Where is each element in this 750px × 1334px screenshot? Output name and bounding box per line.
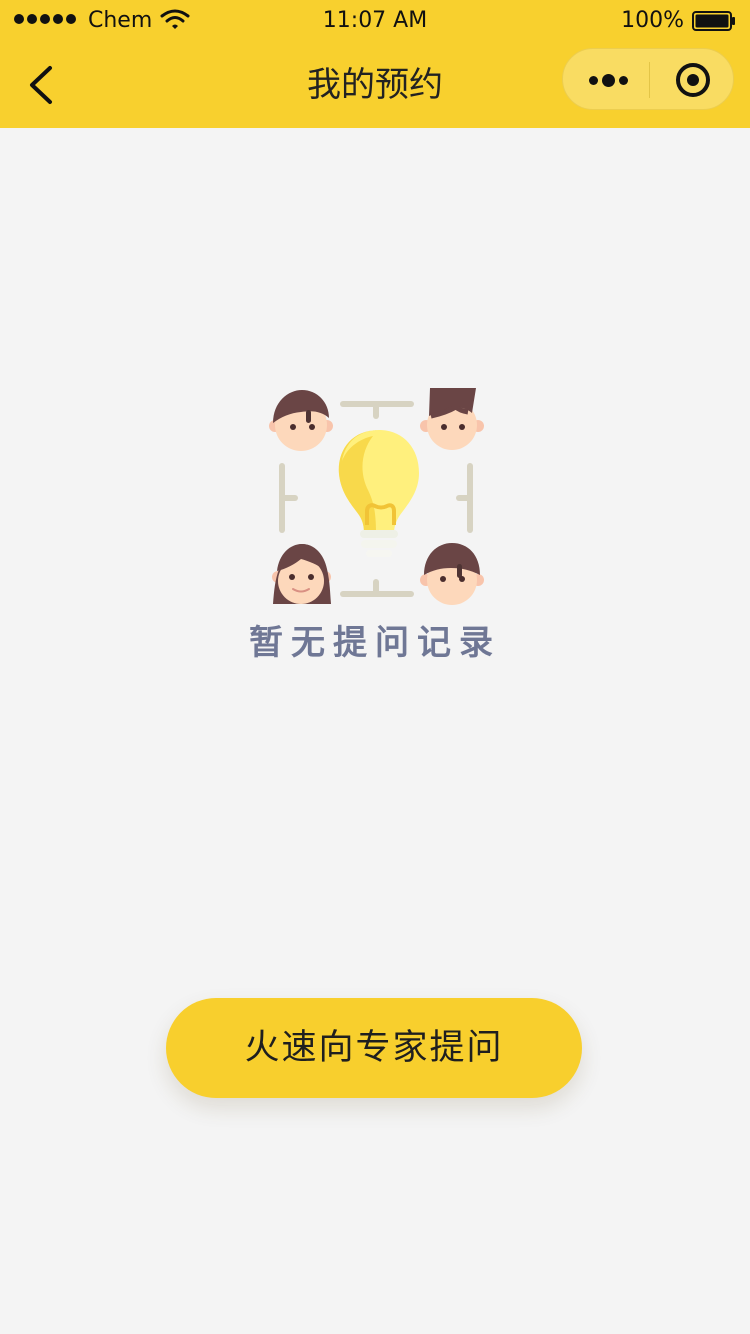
- person-bottom-left: [272, 544, 331, 604]
- more-button[interactable]: [563, 49, 649, 109]
- more-dots-icon: [589, 76, 598, 85]
- person-top-left: [269, 390, 333, 451]
- ask-expert-button[interactable]: 火速向专家提问: [166, 998, 582, 1098]
- lightbulb-team-illustration: [269, 388, 484, 605]
- empty-state-message: 暂无提问记录: [249, 623, 501, 663]
- battery-percentage: 100%: [621, 8, 684, 33]
- lightbulb-icon: [338, 430, 419, 557]
- status-bar: Chem 11:07 AM 100%: [0, 0, 750, 40]
- target-circle-icon: [676, 63, 710, 97]
- navigation-bar: 我的预约: [0, 40, 750, 128]
- person-bottom-right: [420, 543, 484, 605]
- mini-program-capsule: [562, 48, 734, 110]
- person-top-right: [420, 388, 484, 450]
- close-mini-program-button[interactable]: [650, 49, 734, 109]
- battery-icon: [692, 11, 735, 31]
- top-bar: Chem 11:07 AM 100% 我的预约: [0, 0, 750, 128]
